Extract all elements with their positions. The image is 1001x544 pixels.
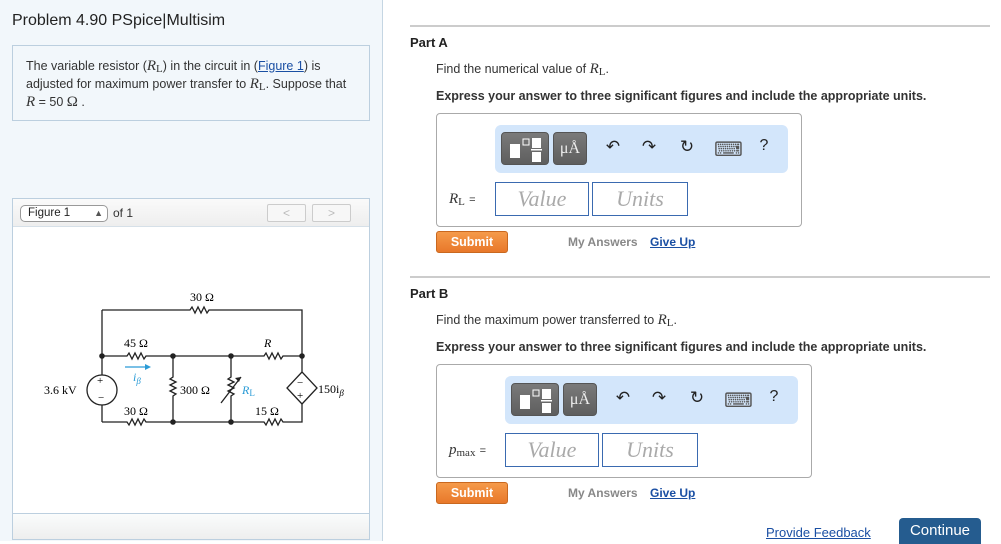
- circuit-diagram: 30 Ω 45 Ω R 30 Ω 15 Ω 300 Ω 3.6 kV + − −…: [44, 290, 344, 427]
- answer-panel: Part A Find the numerical value of RL. E…: [384, 0, 1001, 544]
- redo-icon[interactable]: ↷: [648, 388, 670, 408]
- svg-text:−: −: [297, 377, 303, 389]
- problem-title: Problem 4.90 PSpice|Multisim: [12, 12, 226, 29]
- undo-icon[interactable]: ↶: [602, 137, 624, 157]
- figure-link[interactable]: Figure 1: [258, 59, 304, 73]
- divider: [410, 276, 990, 278]
- part-b-instruction: Express your answer to three significant…: [436, 340, 927, 354]
- part-a-give-up[interactable]: Give Up: [650, 235, 695, 249]
- figure-toolbar: Figure 1 ▲ of 1 < >: [13, 199, 369, 227]
- label-source: 3.6 kV: [44, 383, 77, 397]
- part-b-title: Part B: [410, 286, 449, 301]
- select-arrows-icon: ▲: [94, 208, 103, 218]
- help-icon[interactable]: ?: [763, 388, 785, 406]
- svg-text:+: +: [97, 375, 103, 387]
- problem-panel: Problem 4.90 PSpice|Multisim The variabl…: [0, 0, 383, 541]
- figure-select[interactable]: Figure 1 ▲: [20, 205, 108, 222]
- part-a-answer-box: μÅ ↶ ↷ ↻ ⌨ ? RL = Value Units: [436, 113, 802, 227]
- undo-icon[interactable]: ↶: [612, 388, 634, 408]
- keyboard-icon[interactable]: ⌨: [724, 388, 753, 413]
- svg-text:+: +: [297, 390, 303, 402]
- part-a-my-answers[interactable]: My Answers: [568, 235, 638, 249]
- label-r-30-bottom: 30 Ω: [124, 404, 148, 418]
- redo-icon[interactable]: ↷: [638, 137, 660, 157]
- part-b-my-answers[interactable]: My Answers: [568, 486, 638, 500]
- units-button[interactable]: μÅ: [553, 132, 587, 165]
- problem-statement: The variable resistor (RL) in the circui…: [12, 45, 370, 121]
- reset-icon[interactable]: ↻: [686, 388, 708, 408]
- part-b-value-input[interactable]: Value: [505, 433, 599, 467]
- units-button[interactable]: μÅ: [563, 383, 597, 416]
- part-a-title: Part A: [410, 35, 448, 50]
- figure-viewer: Figure 1 ▲ of 1 < > 30 Ω 45 Ω R 30 Ω 15 …: [12, 198, 370, 540]
- fraction-template-icon: [510, 138, 542, 162]
- next-figure-button[interactable]: >: [312, 204, 351, 222]
- part-a-answer-label: RL =: [449, 191, 476, 208]
- divider: [410, 25, 990, 27]
- part-a-submit-button[interactable]: Submit: [436, 231, 508, 253]
- keyboard-icon[interactable]: ⌨: [714, 137, 743, 162]
- reset-icon[interactable]: ↻: [676, 137, 698, 157]
- resistor-300: [168, 356, 178, 422]
- figure-footer: [13, 513, 369, 539]
- fraction-template-icon: [520, 389, 552, 413]
- part-b-units-input[interactable]: Units: [602, 433, 698, 467]
- label-dep-source: 150iβ: [318, 382, 344, 398]
- svg-text:−: −: [98, 392, 104, 404]
- part-a-instruction: Express your answer to three significant…: [436, 89, 927, 103]
- provide-feedback-link[interactable]: Provide Feedback: [766, 525, 871, 540]
- label-r-15: 15 Ω: [255, 404, 279, 418]
- continue-button[interactable]: Continue: [899, 518, 981, 544]
- templates-button[interactable]: [501, 132, 549, 165]
- current-arrowhead: [145, 364, 151, 370]
- label-r: R: [263, 336, 272, 350]
- templates-button[interactable]: [511, 383, 559, 416]
- part-b-give-up[interactable]: Give Up: [650, 486, 695, 500]
- label-r-300: 300 Ω: [180, 383, 210, 397]
- part-b-toolbar: μÅ ↶ ↷ ↻ ⌨ ?: [505, 376, 798, 424]
- part-a-value-input[interactable]: Value: [495, 182, 589, 216]
- part-b-answer-label: pmax =: [449, 442, 487, 459]
- wire-middle: [102, 351, 302, 361]
- label-r-top: 30 Ω: [190, 290, 214, 304]
- help-icon[interactable]: ?: [753, 137, 775, 155]
- label-rl: RL: [241, 383, 255, 398]
- part-a-question: Find the numerical value of RL.: [436, 61, 609, 78]
- label-r-45: 45 Ω: [124, 336, 148, 350]
- prev-figure-button[interactable]: <: [267, 204, 306, 222]
- part-a-toolbar: μÅ ↶ ↷ ↻ ⌨ ?: [495, 125, 788, 173]
- figure-count: of 1: [113, 206, 134, 220]
- part-a-units-input[interactable]: Units: [592, 182, 688, 216]
- part-b-question: Find the maximum power transferred to RL…: [436, 312, 678, 329]
- part-b-submit-button[interactable]: Submit: [436, 482, 508, 504]
- label-current: iβ: [133, 370, 141, 386]
- part-b-answer-box: μÅ ↶ ↷ ↻ ⌨ ? pmax = Value Units: [436, 364, 812, 478]
